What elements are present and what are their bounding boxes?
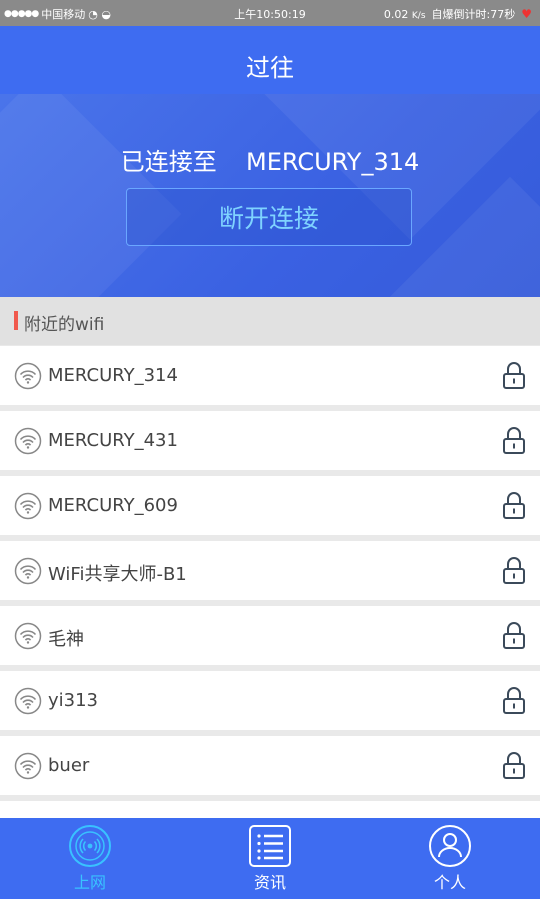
wifi-icon — [14, 622, 42, 650]
wifi-item[interactable]: buer — [0, 736, 540, 795]
nearby-wifi-header: 附近的wifi — [0, 297, 540, 345]
wifi-item[interactable]: WiFi共享大师-B1 — [0, 541, 540, 600]
lock-icon — [503, 622, 525, 649]
connected-status: 已连接至 MERCURY_314 — [0, 142, 540, 177]
wifi-ssid: yi313 — [48, 690, 99, 711]
wifi-icon — [14, 427, 42, 455]
wifi-ssid: MERCURY_314 — [48, 365, 178, 386]
status-bar: ●●●●● 中国移动 ◔ ◒ 上午10:50:19 0.02 K/s 自爆倒计时… — [0, 0, 540, 26]
lock-icon — [503, 687, 525, 714]
wifi-ssid: MERCURY_609 — [48, 495, 178, 516]
wifi-ssid: 毛神 — [48, 629, 84, 650]
tab-label: 资讯 — [253, 873, 286, 892]
connected-ssid: MERCURY_314 — [245, 148, 420, 176]
lock-icon — [503, 427, 525, 454]
lock-icon — [503, 492, 525, 519]
wifi-icon — [14, 687, 42, 715]
wifi-item[interactable]: MERCURY_431 — [0, 411, 540, 470]
bottom-nav: 上网 资讯 个人 — [0, 818, 540, 899]
connected-prefix: 已连接至 — [120, 148, 217, 176]
wifi-ssid: WiFi共享大师-B1 — [48, 564, 187, 585]
wifi-ssid: buer — [48, 755, 90, 776]
network-speed: 0.02 K/s — [383, 7, 426, 21]
wifi-signal-icon — [69, 825, 111, 867]
heartbeat-icon: ♥ — [521, 7, 532, 21]
wifi-item[interactable]: MERCURY_314 — [0, 346, 540, 405]
lock-icon — [503, 362, 525, 389]
tab-news[interactable]: 资讯 — [180, 818, 360, 899]
lock-icon — [503, 557, 525, 584]
app-header: 过往 — [0, 26, 540, 94]
tab-label: 上网 — [73, 873, 106, 892]
wifi-icon — [14, 492, 42, 520]
connection-banner: 已连接至 MERCURY_314 断开连接 — [0, 94, 540, 297]
wifi-ssid: MERCURY_431 — [48, 430, 178, 451]
page-title: 过往 — [246, 54, 294, 82]
tab-profile[interactable]: 个人 — [360, 818, 540, 899]
tab-label: 个人 — [433, 873, 466, 892]
tab-internet[interactable]: 上网 — [0, 818, 180, 899]
lock-icon — [503, 752, 525, 779]
wifi-item[interactable]: MERCURY_609 — [0, 476, 540, 535]
person-icon — [429, 825, 471, 867]
section-marker — [14, 311, 18, 330]
wifi-item[interactable]: 毛神 — [0, 606, 540, 665]
wifi-icon — [14, 362, 42, 390]
wifi-item[interactable]: yi313 — [0, 671, 540, 730]
list-icon — [249, 825, 291, 867]
wifi-icon — [14, 557, 42, 585]
wifi-icon — [14, 752, 42, 780]
status-right: 0.02 K/s 自爆倒计时:77秒 ♥ — [384, 6, 532, 22]
countdown-label: 自爆倒计时:77秒 — [431, 8, 516, 21]
wifi-item-partial[interactable] — [0, 801, 540, 818]
disconnect-button[interactable]: 断开连接 — [126, 188, 412, 246]
nearby-wifi-title: 附近的wifi — [24, 315, 105, 335]
